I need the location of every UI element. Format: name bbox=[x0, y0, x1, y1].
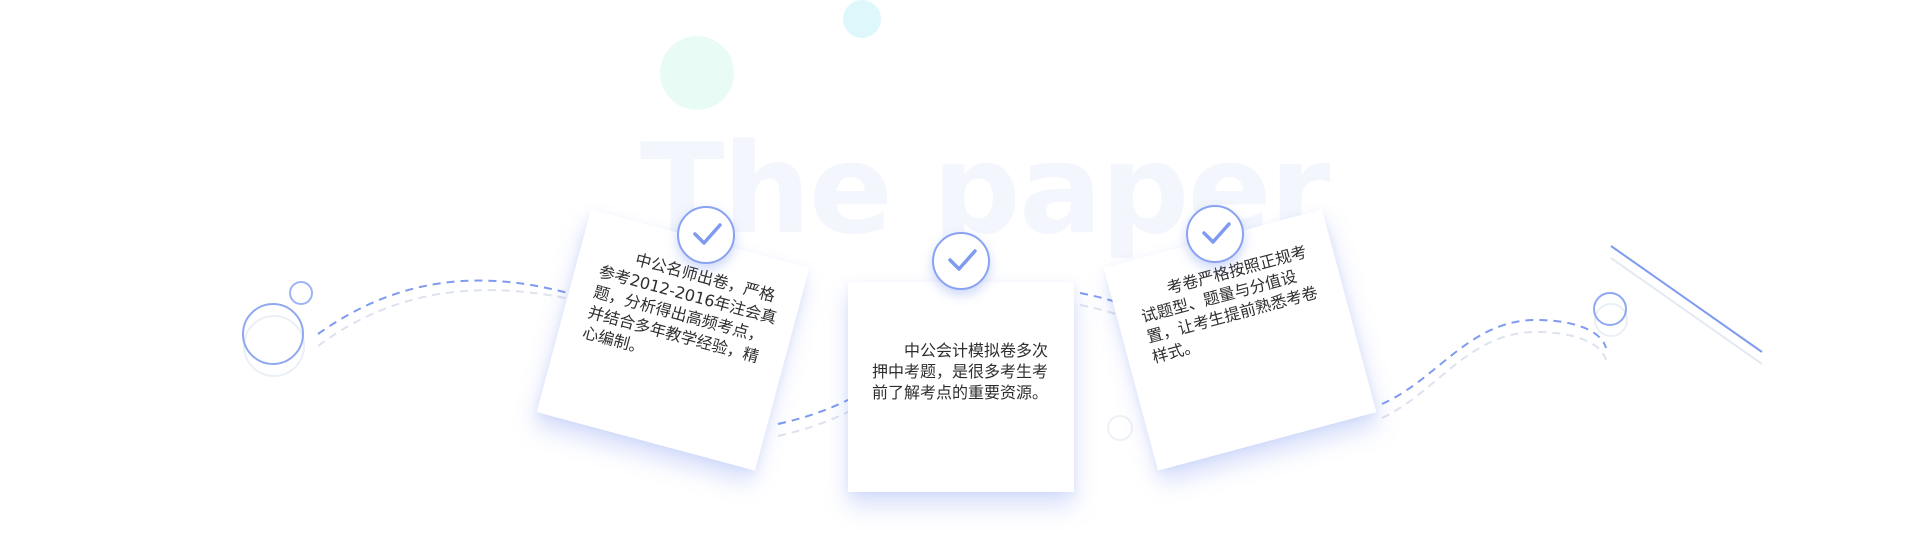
wave-center-left bbox=[777, 397, 853, 425]
wave-left bbox=[317, 279, 576, 335]
wave-shadow-right bbox=[1381, 330, 1607, 419]
decorative-ring-large bbox=[242, 303, 304, 365]
feature-card-1-text: 中公名师出卷，严格参考2012-2016年注会真题，分析得出高频考点，并结合多年… bbox=[580, 249, 779, 367]
checkmark-icon bbox=[932, 232, 990, 290]
diagonal-line-shadow bbox=[1610, 257, 1763, 365]
diagonal-line bbox=[1610, 245, 1763, 353]
feature-card-2: 中公会计模拟卷多次押中考题，是很多考生考前了解考点的重要资源。 bbox=[848, 282, 1074, 492]
checkmark-icon bbox=[1186, 205, 1244, 263]
wave-shadow-left bbox=[317, 289, 576, 347]
wave-right bbox=[1381, 318, 1607, 405]
decorative-ring-faint bbox=[1107, 415, 1133, 441]
decorative-ring-small bbox=[289, 281, 313, 305]
decorative-ring-right bbox=[1593, 292, 1627, 326]
wave-shadow-center-right bbox=[1079, 304, 1119, 316]
feature-card-2-text: 中公会计模拟卷多次押中考题，是很多考生考前了解考点的重要资源。 bbox=[872, 341, 1049, 402]
checkmark-icon bbox=[677, 206, 735, 264]
features-section: The paper 中公名师出卷，严格参考2012-2016年注会真题，分析得出… bbox=[0, 0, 1920, 533]
wave-shadow-center-left bbox=[777, 409, 853, 437]
